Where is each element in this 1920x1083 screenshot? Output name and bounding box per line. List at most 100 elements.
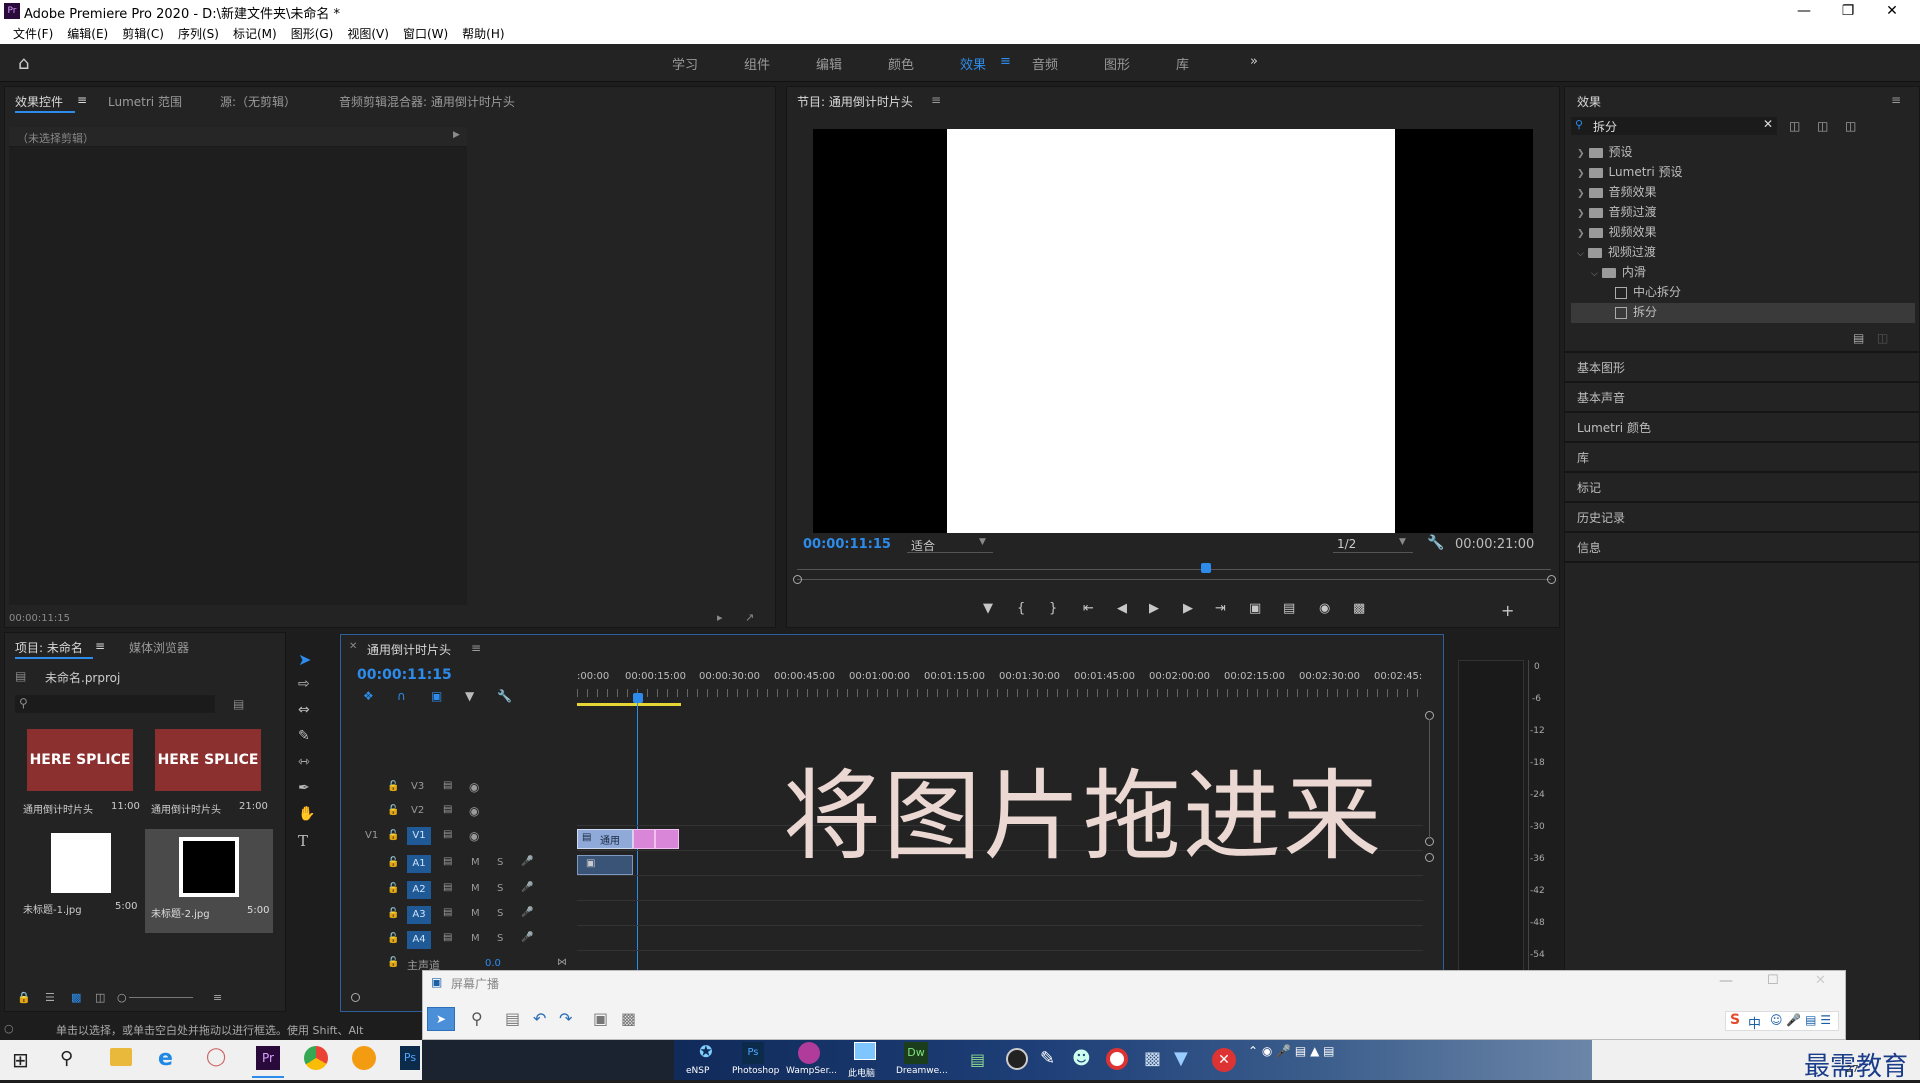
delete-icon[interactable]: ◫ [1877, 331, 1888, 345]
fit-select[interactable]: 适合 ▼ [907, 535, 993, 553]
video-clip[interactable]: ▤ 通用 [577, 829, 633, 849]
razor-tool-icon[interactable]: ✎ [298, 728, 310, 744]
voice-over-icon[interactable]: 🎤 [521, 882, 533, 893]
tree-item-lumetri-presets[interactable]: ❯ Lumetri 预设 [1571, 163, 1915, 183]
project-item[interactable]: HERE SPLICE 通用倒计时片头 21:00 [149, 729, 268, 819]
ripple-edit-tool-icon[interactable]: ⇔ [298, 702, 310, 718]
workspace-assembly[interactable]: 组件 [744, 54, 770, 73]
clear-search-icon[interactable]: ✕ [1763, 117, 1773, 131]
sync-lock-icon[interactable]: ▤ [443, 882, 452, 893]
workspace-color[interactable]: 颜色 [888, 54, 914, 73]
voice-over-icon[interactable]: 🎤 [521, 932, 533, 943]
project-item[interactable]: HERE SPLICE 通用倒计时片头 11:00 [21, 729, 140, 819]
sync-lock-icon[interactable]: ▤ [443, 780, 452, 791]
menu-view[interactable]: 视图(V) [340, 22, 396, 44]
tree-item-split-selected[interactable]: 拆分 [1571, 303, 1915, 323]
expand-arrow-icon[interactable]: ▶ [453, 130, 460, 140]
monitor-icon[interactable]: ▩ [1144, 1048, 1161, 1069]
timeline-settings-icon[interactable]: 🔧 [497, 689, 512, 703]
more-workspaces-icon[interactable]: » [1250, 54, 1258, 69]
dreamweaver-icon[interactable]: Dw [904, 1042, 928, 1064]
tree-item-slide[interactable]: ⌵ 内滑 [1571, 263, 1915, 283]
minimize-button[interactable]: — [1782, 0, 1826, 22]
tab-effect-controls[interactable]: 效果控件 [15, 93, 63, 110]
vscroll-handle[interactable] [1425, 853, 1434, 862]
sync-lock-icon[interactable]: ▤ [443, 932, 452, 943]
section-essential-sound[interactable]: 基本声音 [1577, 389, 1625, 406]
app-icon[interactable]: ◯ [206, 1046, 226, 1067]
work-area-bar[interactable] [577, 703, 681, 706]
project-item-selected[interactable]: 未标题-2.jpg 5:00 [145, 829, 273, 933]
sync-lock-icon[interactable]: ▤ [443, 907, 452, 918]
lock-icon[interactable]: 🔓 [387, 857, 399, 868]
window-icon[interactable]: ▩ [621, 1009, 636, 1028]
zoom-slider-track[interactable] [129, 997, 193, 998]
voice-over-icon[interactable]: 🎤 [521, 907, 533, 918]
ime-mode[interactable]: 中 [1748, 1013, 1761, 1032]
program-scrub-bar[interactable] [797, 569, 1551, 570]
lock-icon[interactable]: 🔒 [17, 991, 31, 1004]
section-essential-graphics[interactable]: 基本图形 [1577, 359, 1625, 376]
tab-lumetri-scopes[interactable]: Lumetri 范围 [108, 93, 182, 110]
taskbar-clock[interactable]: 27 [1846, 1064, 1859, 1075]
photoshop-taskbar-icon[interactable]: Ps [400, 1046, 420, 1070]
track-label-active[interactable]: A2 [407, 881, 431, 899]
workspace-audio[interactable]: 音频 [1032, 54, 1058, 73]
eye-icon[interactable]: ◉ [469, 829, 479, 843]
tab-project[interactable]: 项目: 未命名 [15, 639, 83, 656]
audio-clip[interactable]: ▣ [577, 855, 633, 875]
broadcast-minimize-button[interactable]: — [1719, 973, 1733, 989]
system-tray-icons[interactable]: ⌃ ◉ 🎤 ▤ ▲ ▤ [1248, 1044, 1334, 1058]
add-button-icon[interactable]: + [1501, 601, 1514, 620]
lock-icon[interactable]: 🔓 [387, 908, 399, 919]
menu-clip[interactable]: 剪辑(C) [115, 22, 171, 44]
program-playhead[interactable] [1201, 563, 1211, 573]
master-volume[interactable]: 0.0 [485, 958, 501, 969]
close-button[interactable]: ✕ [1870, 0, 1914, 22]
hand-tool-icon[interactable]: ✋ [298, 806, 315, 822]
workspace-effects[interactable]: 效果 [960, 54, 986, 73]
program-timecode[interactable]: 00:00:11:15 [803, 537, 891, 552]
close-tab-icon[interactable]: ✕ [349, 641, 357, 652]
this-pc-icon[interactable] [854, 1042, 876, 1060]
sort-icon[interactable]: ≡ [213, 991, 222, 1004]
effects-search-field[interactable]: ⚲ 拆分 ✕ [1571, 117, 1777, 135]
timeline-timecode[interactable]: 00:00:11:15 [357, 667, 452, 683]
time-ruler[interactable]: :00:00 00:00:15:00 00:00:30:00 00:00:45:… [577, 665, 1427, 707]
mute-button[interactable]: M [471, 933, 480, 944]
menu-file[interactable]: 文件(F) [6, 22, 60, 44]
ensp-icon[interactable]: ✪ [688, 1042, 724, 1064]
tree-item-center-split[interactable]: 中心拆分 [1571, 283, 1915, 303]
mute-button[interactable]: M [471, 908, 480, 919]
new-bin-icon[interactable]: ▤ [1853, 331, 1864, 345]
timeline-menu-icon[interactable]: ≡ [471, 641, 481, 655]
record-camera-icon[interactable] [1006, 1048, 1028, 1070]
mark-in-icon[interactable]: { [1017, 601, 1025, 616]
play-icon[interactable]: ▶ [1149, 601, 1159, 616]
source-patch-label[interactable]: V1 [365, 830, 378, 841]
record-button-icon[interactable] [1106, 1048, 1128, 1070]
project-item[interactable]: 未标题-1.jpg 5:00 [21, 829, 137, 919]
add-marker-icon[interactable]: ▼ [465, 689, 474, 703]
snap-icon[interactable]: ❖ [363, 689, 374, 703]
wrench-icon[interactable]: 🔧 [1427, 535, 1444, 551]
search-icon[interactable]: ⚲ [60, 1048, 73, 1069]
tree-item-audio-transitions[interactable]: ❯ 音频过渡 [1571, 203, 1915, 223]
zoom-handle-left[interactable] [793, 575, 802, 584]
section-history[interactable]: 历史记录 [1577, 509, 1625, 526]
go-to-in-icon[interactable]: ⇤ [1083, 601, 1094, 616]
eye-icon[interactable]: ◉ [469, 804, 479, 818]
slip-tool-icon[interactable]: ⇿ [298, 754, 310, 770]
image-clip[interactable] [633, 829, 655, 849]
eye-icon[interactable]: ◉ [469, 780, 479, 794]
sync-lock-icon[interactable]: ▤ [443, 829, 452, 840]
menu-sequence[interactable]: 序列(S) [171, 22, 226, 44]
solo-button[interactable]: S [497, 933, 503, 944]
mute-button[interactable]: M [471, 883, 480, 894]
32bit-effects-icon[interactable]: ◫ [1817, 119, 1828, 133]
icon-view-icon[interactable]: ▩ [71, 991, 81, 1004]
section-markers[interactable]: 标记 [1577, 479, 1601, 496]
photoshop-icon[interactable]: Ps [742, 1042, 764, 1064]
workspace-editing[interactable]: 编辑 [816, 54, 842, 73]
new-bin-icon[interactable]: ▤ [233, 697, 244, 711]
